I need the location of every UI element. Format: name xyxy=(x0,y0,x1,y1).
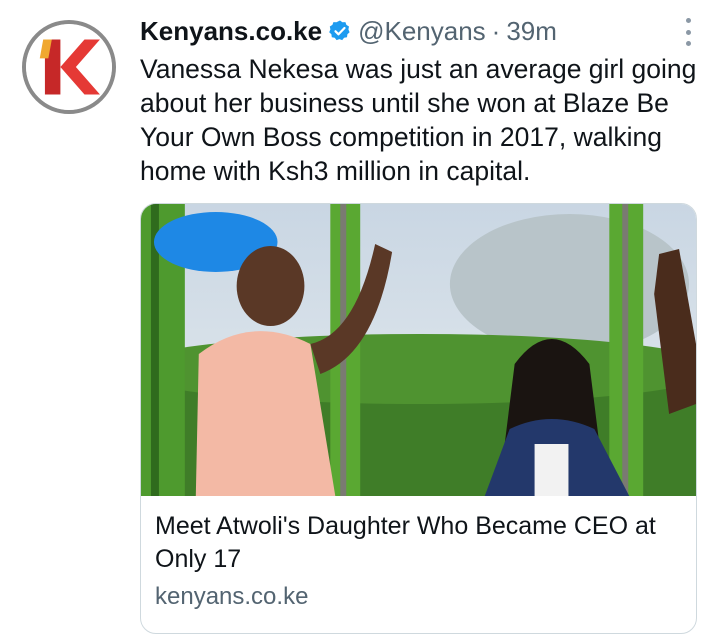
link-preview-card[interactable]: Meet Atwoli's Daughter Who Became CEO at… xyxy=(140,203,697,634)
link-preview-image xyxy=(141,204,696,496)
tweet-timestamp[interactable]: 39m xyxy=(506,14,557,48)
more-options-icon[interactable] xyxy=(682,18,694,46)
tweet-header: Kenyans.co.ke @Kenyans · 39m xyxy=(140,14,557,48)
verified-badge-icon xyxy=(329,20,350,41)
profile-avatar[interactable] xyxy=(22,20,116,114)
tweet-text: Vanessa Nekesa was just an average girl … xyxy=(140,54,697,186)
kenyans-logo xyxy=(26,24,112,110)
link-card-domain: kenyans.co.ke xyxy=(155,583,309,610)
link-card-title: Meet Atwoli's Daughter Who Became CEO at… xyxy=(155,512,656,573)
account-name[interactable]: Kenyans.co.ke xyxy=(140,14,322,48)
separator-dot: · xyxy=(491,16,501,46)
account-handle[interactable]: @Kenyans xyxy=(358,14,486,48)
